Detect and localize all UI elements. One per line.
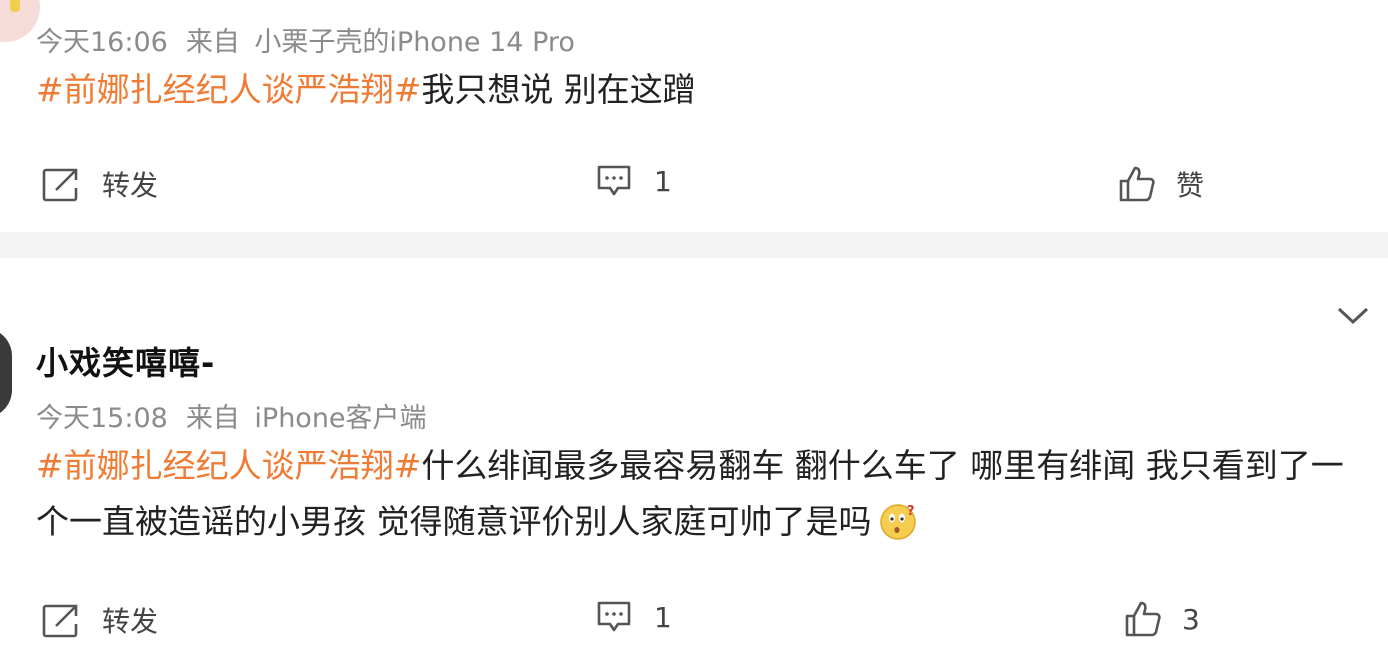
like-button[interactable]: 3 [1124, 600, 1200, 638]
thumbs-up-icon [1119, 166, 1155, 202]
hashtag-link[interactable]: #前娜扎经纪人谈严浩翔# [36, 70, 421, 109]
post-time: 今天15:08 [36, 403, 168, 434]
post-card: 小戏笑嘻嘻- 今天15:08 来自 iPhone客户端 #前娜扎经纪人谈严浩翔#什… [0, 258, 1388, 670]
thumbs-up-icon [1125, 601, 1161, 637]
post-text: 我只想说 别在这蹭 [421, 70, 696, 109]
share-icon [42, 604, 78, 638]
repost-button[interactable]: 转发 [40, 164, 158, 204]
comment-button[interactable]: 1 [596, 600, 672, 634]
avatar-decoration [10, 0, 20, 12]
hashtag-link[interactable]: #前娜扎经纪人谈严浩翔# [36, 446, 421, 485]
avatar[interactable] [0, 328, 12, 418]
post-source: iPhone客户端 [254, 403, 427, 434]
comment-icon [597, 165, 631, 196]
separator [0, 232, 1388, 258]
post-content: #前娜扎经纪人谈严浩翔#我只想说 别在这蹭 [36, 62, 1358, 118]
post-time: 今天16:06 [36, 27, 168, 58]
like-count: 3 [1182, 602, 1200, 636]
post-content: #前娜扎经纪人谈严浩翔#什么绯闻最多最容易翻车 翻什么车了 哪里有绯闻 我只看到… [36, 438, 1358, 550]
chevron-down-icon[interactable] [1336, 306, 1370, 326]
like-button[interactable]: 赞 [1118, 164, 1204, 204]
avatar[interactable] [0, 0, 40, 42]
source-prefix: 来自 [185, 403, 240, 434]
comment-count: 1 [654, 600, 672, 634]
username[interactable]: 小戏笑嘻嘻- [36, 338, 215, 384]
comment-count: 1 [654, 164, 672, 198]
post-meta: 今天15:08 来自 iPhone客户端 [36, 396, 427, 435]
svg-text:?: ? [907, 504, 915, 519]
post-card: 今天16:06 来自 小栗子壳的iPhone 14 Pro #前娜扎经纪人谈严浩翔… [0, 0, 1388, 232]
comment-icon [597, 601, 631, 632]
source-prefix: 来自 [185, 27, 240, 58]
post-meta: 今天16:06 来自 小栗子壳的iPhone 14 Pro [36, 20, 575, 59]
share-icon [42, 168, 78, 202]
repost-label: 转发 [102, 169, 159, 202]
post-source: 小栗子壳的iPhone 14 Pro [254, 27, 575, 58]
comment-button[interactable]: 1 [596, 164, 672, 198]
repost-label: 转发 [102, 605, 159, 638]
like-label: 赞 [1176, 169, 1205, 202]
confused-face-emoji-icon: ? [879, 504, 916, 540]
repost-button[interactable]: 转发 [40, 600, 158, 640]
